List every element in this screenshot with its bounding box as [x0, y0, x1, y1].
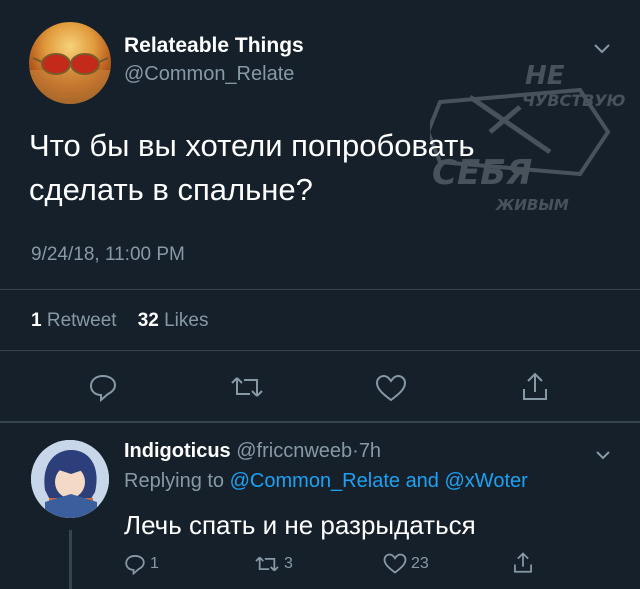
reply-author-name[interactable]: Indigoticus: [124, 440, 231, 462]
reply-author-handle[interactable]: @friccnweeb: [236, 440, 352, 462]
chevron-down-icon[interactable]: [594, 448, 612, 466]
reply-text: Лечь спать и не разрыдаться: [124, 510, 476, 540]
like-count: 32: [137, 310, 159, 331]
replying-and: and: [405, 470, 439, 492]
reply-like-count: 23: [411, 554, 429, 572]
like-label: Likes: [164, 310, 209, 331]
reply-icon[interactable]: [88, 372, 118, 407]
thread-line: [69, 530, 72, 589]
chevron-down-icon[interactable]: [592, 42, 612, 61]
reply-retweet-button[interactable]: 3: [254, 553, 293, 575]
divider: [0, 350, 640, 351]
reply-like-button[interactable]: 23: [383, 553, 429, 574]
reply-separator: ·: [352, 440, 359, 462]
divider: [0, 421, 640, 423]
mention-link[interactable]: @Common_Relate: [230, 470, 400, 492]
tweet-text: Что бы вы хотели попробовать сделать в с…: [29, 128, 475, 207]
anime-avatar-image: [31, 440, 109, 518]
retweet-stat[interactable]: 1 Retweet: [31, 310, 117, 331]
divider: [0, 289, 640, 290]
share-icon[interactable]: [520, 371, 550, 408]
like-icon[interactable]: [375, 374, 407, 407]
watermark-text-2: ЧУВСТВУЮ: [522, 91, 626, 110]
author-avatar[interactable]: [29, 22, 111, 104]
reply-author-avatar[interactable]: [31, 440, 109, 518]
reply-reply-count: 1: [150, 555, 159, 572]
retweet-icon[interactable]: [230, 372, 264, 407]
sunglasses-image: [29, 53, 111, 104]
tweet-stats: 1 Retweet 32 Likes: [31, 310, 208, 332]
reply-retweet-count: 3: [284, 555, 293, 572]
share-icon: [514, 552, 532, 573]
watermark-text-1: НЕ: [525, 62, 565, 91]
author-handle[interactable]: @Common_Relate: [124, 63, 294, 86]
retweet-label: Retweet: [46, 310, 117, 331]
like-icon: [383, 553, 407, 574]
like-stat[interactable]: 32 Likes: [138, 310, 209, 331]
replying-prefix: Replying to: [124, 470, 225, 492]
author-name[interactable]: Relateable Things: [124, 34, 304, 58]
replying-to: Replying to @Common_Relate and @xWoter: [124, 470, 528, 493]
reply-share-button[interactable]: [512, 551, 534, 575]
reply-header: Indigoticus @friccnweeb·7h: [124, 440, 381, 463]
retweet-count: 1: [31, 310, 42, 331]
retweet-icon: [255, 556, 279, 572]
tweet-timestamp[interactable]: 9/24/18, 11:00 PM: [31, 244, 185, 266]
reply-reply-button[interactable]: 1: [124, 553, 159, 575]
reply-time[interactable]: 7h: [359, 440, 381, 462]
mention-link[interactable]: @xWoter: [445, 470, 528, 492]
reply-icon: [125, 555, 145, 575]
